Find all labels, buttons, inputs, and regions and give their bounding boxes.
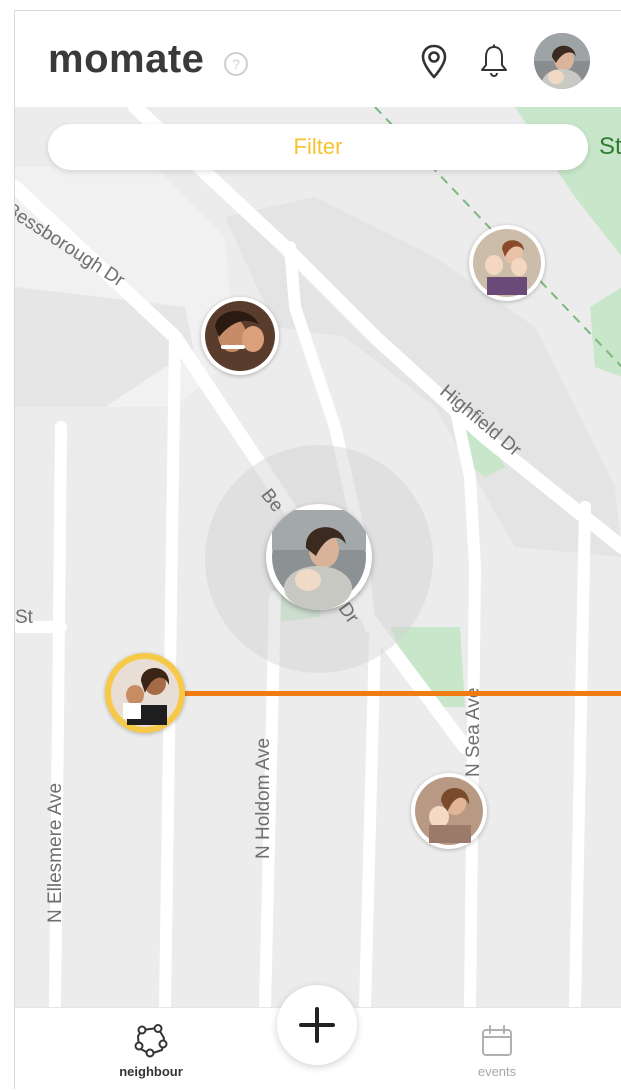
bell-icon[interactable] (478, 43, 510, 79)
profile-avatar[interactable] (534, 33, 590, 89)
app-frame: momate ? Bessborough Dr Highfield Dr Be … (14, 10, 621, 1089)
neighbour-map[interactable]: Bessborough Dr Highfield Dr Be Dr St N S… (15, 107, 621, 1007)
neighbour-avatar-bottom[interactable] (411, 773, 487, 849)
street-label-n-holdom: N Holdom Ave (253, 737, 274, 859)
street-label-st: St (15, 607, 33, 628)
map-pin-icon[interactable] (419, 43, 449, 81)
street-label-n-sea: N Sea Ave (463, 687, 484, 777)
calendar-icon (482, 1025, 512, 1056)
filter-button[interactable]: Filter (48, 124, 588, 170)
app-header: momate ? (15, 11, 621, 107)
nav-label-events: events (477, 1064, 517, 1079)
current-user-avatar[interactable] (266, 504, 372, 610)
nav-label-neighbour: neighbour (119, 1064, 183, 1079)
neighbour-icon (134, 1024, 168, 1058)
neighbour-avatar-top-right[interactable] (469, 225, 545, 301)
plus-icon (299, 1007, 335, 1043)
app-title: momate (48, 37, 205, 81)
svg-text:?: ? (232, 56, 240, 72)
question-circle-icon[interactable]: ? (223, 51, 249, 77)
highlighted-neighbour-avatar[interactable] (105, 653, 185, 733)
add-button[interactable] (277, 985, 357, 1065)
route-line (183, 691, 621, 696)
street-label-n-ellesmere: N Ellesmere Ave (45, 782, 66, 923)
neighbour-avatar-left[interactable] (201, 297, 279, 375)
map-edge-label: St (599, 133, 621, 160)
nav-item-events[interactable]: events (459, 1024, 535, 1079)
nav-item-neighbour[interactable]: neighbour (107, 1024, 195, 1079)
